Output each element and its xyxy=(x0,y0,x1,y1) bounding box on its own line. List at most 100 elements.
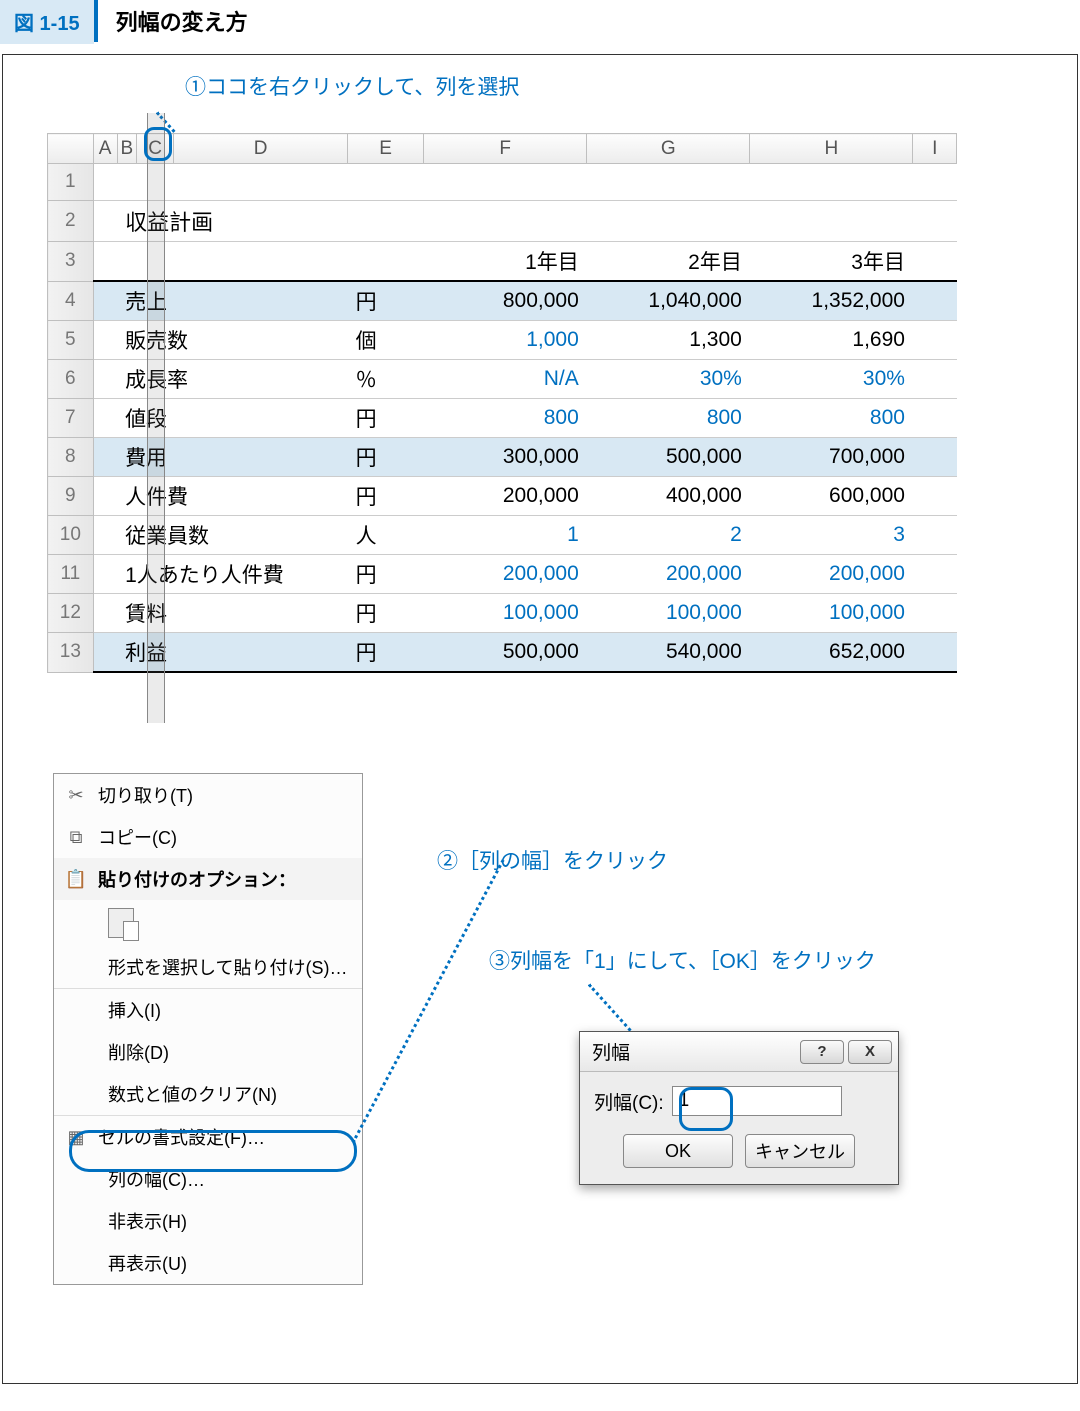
row-unit[interactable]: 円 xyxy=(348,594,424,633)
data-cell[interactable]: 200,000 xyxy=(750,555,913,594)
row-2-head[interactable]: 2 xyxy=(48,201,94,242)
row-label[interactable]: 従業員数 xyxy=(117,516,348,555)
row-unit[interactable]: 円 xyxy=(348,555,424,594)
data-cell[interactable]: 400,000 xyxy=(587,477,750,516)
data-cell[interactable]: 200,000 xyxy=(587,555,750,594)
data-cell[interactable]: 1 xyxy=(424,516,587,555)
ctx-delete[interactable]: 削除(D) xyxy=(54,1031,362,1073)
cell[interactable] xyxy=(913,321,957,360)
ctx-insert[interactable]: 挿入(I) xyxy=(54,989,362,1031)
cell[interactable] xyxy=(913,633,957,673)
data-cell[interactable]: 1,300 xyxy=(587,321,750,360)
help-button[interactable]: ? xyxy=(800,1040,844,1064)
dialog-titlebar[interactable]: 列幅 ? X xyxy=(580,1032,898,1072)
cell[interactable] xyxy=(913,399,957,438)
row-label[interactable]: 利益 xyxy=(117,633,348,673)
cell[interactable] xyxy=(93,321,117,360)
row-unit[interactable]: 円 xyxy=(348,633,424,673)
row-head[interactable]: 4 xyxy=(48,281,94,321)
row-head[interactable]: 5 xyxy=(48,321,94,360)
data-cell[interactable]: 300,000 xyxy=(424,438,587,477)
row-head[interactable]: 7 xyxy=(48,399,94,438)
row-label[interactable]: 賃料 xyxy=(117,594,348,633)
ctx-paste-option-icon[interactable] xyxy=(54,900,362,946)
ctx-clear[interactable]: 数式と値のクリア(N) xyxy=(54,1073,362,1115)
sheet-title[interactable]: 収益計画 xyxy=(117,201,956,242)
col-A[interactable]: A xyxy=(93,134,117,164)
cell[interactable] xyxy=(93,516,117,555)
ctx-unhide[interactable]: 再表示(U) xyxy=(54,1242,362,1284)
data-cell[interactable]: 100,000 xyxy=(424,594,587,633)
data-cell[interactable]: 600,000 xyxy=(750,477,913,516)
data-cell[interactable]: 800 xyxy=(424,399,587,438)
year-3[interactable]: 3年目 xyxy=(750,242,913,282)
data-cell[interactable]: 540,000 xyxy=(587,633,750,673)
cell[interactable] xyxy=(93,399,117,438)
cell[interactable] xyxy=(93,201,117,242)
row-3-head[interactable]: 3 xyxy=(48,242,94,282)
row-head[interactable]: 8 xyxy=(48,438,94,477)
ctx-hide[interactable]: 非表示(H) xyxy=(54,1200,362,1242)
data-cell[interactable]: 30% xyxy=(587,360,750,399)
data-cell[interactable]: 800 xyxy=(587,399,750,438)
select-all-corner[interactable] xyxy=(48,134,94,164)
data-cell[interactable]: 200,000 xyxy=(424,555,587,594)
col-H[interactable]: H xyxy=(750,134,913,164)
col-E[interactable]: E xyxy=(348,134,424,164)
cell[interactable] xyxy=(93,594,117,633)
row-unit[interactable]: 円 xyxy=(348,477,424,516)
col-F[interactable]: F xyxy=(424,134,587,164)
data-cell[interactable]: 30% xyxy=(750,360,913,399)
row-unit[interactable]: 円 xyxy=(348,281,424,321)
row-label[interactable]: 費用 xyxy=(117,438,348,477)
row-unit[interactable]: 個 xyxy=(348,321,424,360)
row-head[interactable]: 13 xyxy=(48,633,94,673)
row-head[interactable]: 10 xyxy=(48,516,94,555)
cell[interactable] xyxy=(93,242,424,282)
data-cell[interactable]: 500,000 xyxy=(587,438,750,477)
row-label[interactable]: 1人あたり人件費 xyxy=(117,555,348,594)
cell[interactable] xyxy=(913,555,957,594)
ok-button[interactable]: OK xyxy=(623,1134,733,1168)
cell[interactable] xyxy=(93,477,117,516)
row-1-head[interactable]: 1 xyxy=(48,164,94,201)
cell[interactable] xyxy=(913,477,957,516)
row-head[interactable]: 11 xyxy=(48,555,94,594)
data-cell[interactable]: 1,690 xyxy=(750,321,913,360)
ctx-paste-options[interactable]: 📋 貼り付けのオプション： xyxy=(54,858,362,900)
col-G[interactable]: G xyxy=(587,134,750,164)
ctx-cut[interactable]: ✂ 切り取り(T) xyxy=(54,774,362,816)
data-cell[interactable]: 1,000 xyxy=(424,321,587,360)
data-cell[interactable]: 652,000 xyxy=(750,633,913,673)
col-D[interactable]: D xyxy=(174,134,348,164)
data-cell[interactable]: N/A xyxy=(424,360,587,399)
cell[interactable] xyxy=(913,516,957,555)
cell[interactable] xyxy=(913,594,957,633)
data-cell[interactable]: 500,000 xyxy=(424,633,587,673)
cell[interactable] xyxy=(93,164,956,201)
col-I[interactable]: I xyxy=(913,134,957,164)
cell[interactable] xyxy=(93,281,117,321)
row-unit[interactable]: 人 xyxy=(348,516,424,555)
cell[interactable] xyxy=(913,360,957,399)
row-unit[interactable]: 円 xyxy=(348,438,424,477)
ctx-copy[interactable]: ⧉ コピー(C) xyxy=(54,816,362,858)
data-cell[interactable]: 200,000 xyxy=(424,477,587,516)
row-unit[interactable]: 円 xyxy=(348,399,424,438)
row-head[interactable]: 12 xyxy=(48,594,94,633)
row-head[interactable]: 9 xyxy=(48,477,94,516)
data-cell[interactable]: 1,040,000 xyxy=(587,281,750,321)
data-cell[interactable]: 700,000 xyxy=(750,438,913,477)
data-cell[interactable]: 800,000 xyxy=(424,281,587,321)
column-header-row[interactable]: A B C D E F G H I xyxy=(48,134,957,164)
cell[interactable] xyxy=(93,555,117,594)
col-B[interactable]: B xyxy=(117,134,137,164)
data-cell[interactable]: 100,000 xyxy=(750,594,913,633)
cell[interactable] xyxy=(913,281,957,321)
cancel-button[interactable]: キャンセル xyxy=(745,1134,855,1168)
data-cell[interactable]: 800 xyxy=(750,399,913,438)
data-cell[interactable]: 100,000 xyxy=(587,594,750,633)
row-unit[interactable]: ％ xyxy=(348,360,424,399)
cell[interactable] xyxy=(93,438,117,477)
year-1[interactable]: 1年目 xyxy=(424,242,587,282)
